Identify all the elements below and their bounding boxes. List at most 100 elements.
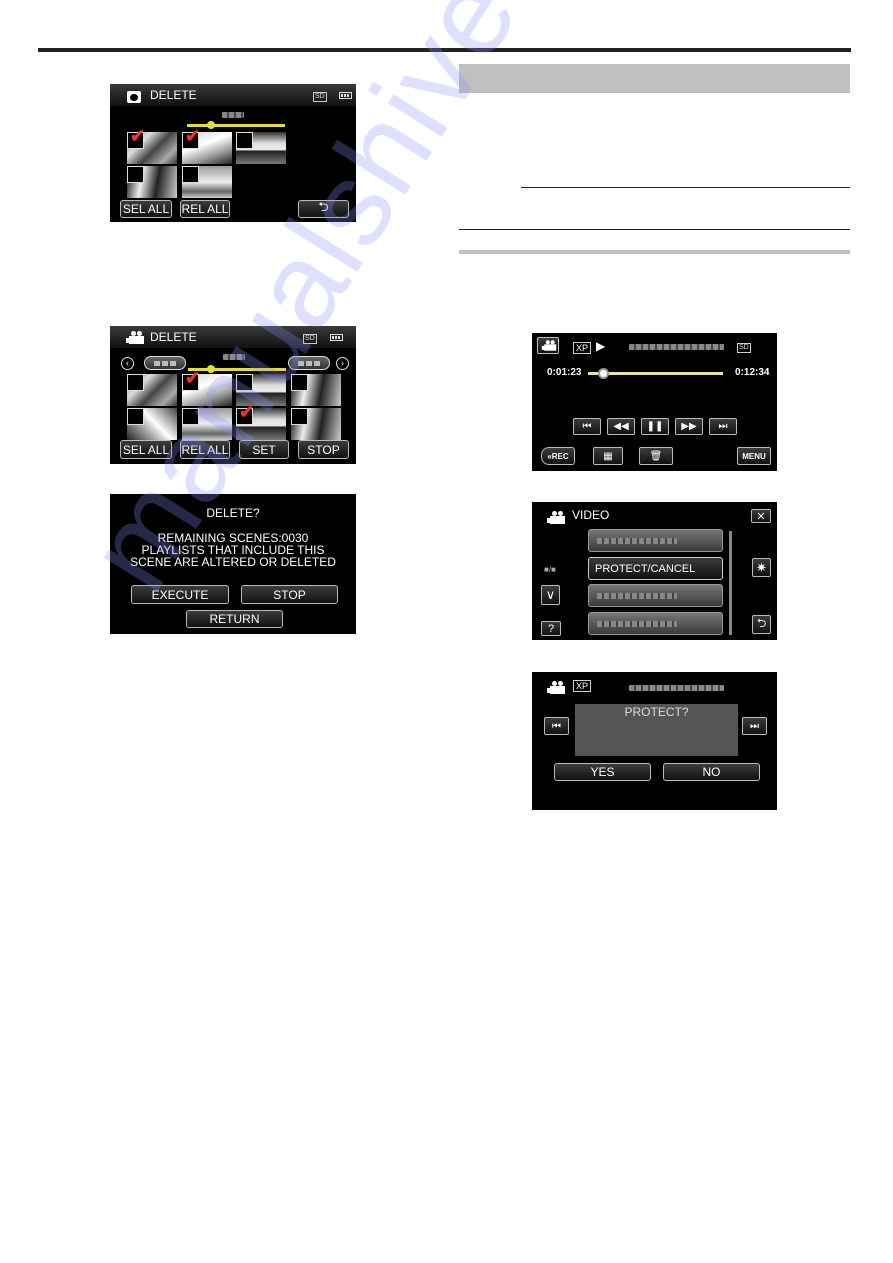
back-button[interactable]: ⮌ — [752, 615, 771, 634]
screen-title: DELETE — [150, 330, 197, 344]
quality-badge: XP — [573, 680, 592, 692]
thumbnail-checkbox[interactable]: ✔ — [182, 127, 200, 149]
menu-item-protect-cancel[interactable]: PROTECT/CANCEL — [588, 557, 723, 580]
pause-button[interactable]: ❚❚ — [641, 418, 669, 435]
section-heading-bar — [459, 64, 850, 93]
settings-button[interactable]: ✷ — [752, 558, 771, 577]
no-button[interactable]: NO — [663, 763, 760, 781]
delete-button[interactable]: 🗑 — [639, 447, 673, 465]
sd-card-icon: SD — [737, 343, 751, 353]
menu-scrollbar[interactable] — [729, 531, 732, 635]
thumbnail-checkbox[interactable] — [236, 374, 253, 391]
thumbnail-checkbox[interactable] — [236, 132, 253, 149]
close-icon: ✕ — [756, 510, 766, 523]
index-button[interactable]: ▦ — [593, 447, 623, 465]
thumbnail-checkbox[interactable] — [182, 166, 199, 183]
battery-icon — [330, 334, 343, 341]
video-delete-screen: DELETE SD ‹ › ✔ ✔ SEL ALL REL ALL SET ST… — [110, 326, 356, 464]
battery-icon — [339, 92, 352, 99]
sd-card-icon: SD — [303, 334, 317, 344]
scroll-slider[interactable] — [187, 124, 285, 127]
delete-confirm-screen: DELETE? REMAINING SCENES:0030 PLAYLISTS … — [110, 494, 356, 634]
playback-screen: XP ▶ SD 0:01:23 0:12:34 ⏮ ◀◀ ❚❚ ▶▶ ⏭ «RE… — [532, 333, 777, 471]
skip-back-button[interactable]: ⏮ — [573, 418, 601, 435]
close-button[interactable]: ✕ — [751, 509, 771, 523]
menu-item[interactable] — [588, 612, 723, 635]
page-number — [223, 354, 245, 360]
memo-bottom-rule — [459, 229, 850, 230]
rewind-button[interactable]: ◀◀ — [607, 418, 635, 435]
scroll-slider[interactable] — [188, 368, 286, 371]
elapsed-time: 0:01:23 — [547, 367, 582, 378]
help-button[interactable]: ? — [541, 621, 561, 636]
page-top-rule — [38, 48, 851, 52]
page-indicator: ■/■ — [544, 565, 556, 574]
recording-datetime — [629, 344, 724, 350]
select-all-button[interactable]: SEL ALL — [120, 200, 172, 218]
thumbnail-checkbox[interactable]: ✔ — [127, 127, 145, 149]
slider-knob[interactable] — [207, 121, 215, 129]
skip-next-icon: ⏭ — [750, 720, 759, 732]
page-number — [222, 112, 244, 118]
protect-dialog-box: PROTECT? — [575, 704, 738, 756]
yes-button[interactable]: YES — [554, 763, 651, 781]
menu-item[interactable] — [588, 529, 723, 552]
rec-mode-button[interactable]: «REC — [541, 447, 575, 465]
next-group-button[interactable] — [288, 356, 330, 370]
menu-item[interactable] — [588, 584, 723, 607]
menu-title: VIDEO — [572, 508, 610, 522]
checkmark-icon: ✔ — [239, 402, 255, 422]
mode-button[interactable] — [537, 337, 559, 354]
set-button[interactable]: SET — [239, 440, 289, 459]
release-all-button[interactable]: REL ALL — [180, 200, 230, 218]
thumbnail-checkbox[interactable]: ✔ — [236, 403, 254, 425]
thumbnail-checkbox[interactable] — [291, 374, 308, 391]
slider-knob[interactable] — [207, 365, 215, 373]
thumbnail-checkbox[interactable] — [127, 166, 144, 183]
warning-text-line2: SCENE ARE ALTERED OR DELETED — [130, 555, 336, 569]
previous-group-button[interactable] — [144, 356, 186, 370]
return-arrow-icon: ⮌ — [318, 199, 329, 214]
previous-file-button[interactable]: ⏮ — [544, 717, 569, 735]
rewind-icon: ◀◀ — [613, 421, 629, 432]
subsection-rule — [459, 250, 850, 254]
protect-message: PROTECT? — [624, 705, 689, 719]
thumbnail-checkbox[interactable] — [127, 408, 144, 425]
checkmark-icon: ✔ — [185, 126, 201, 146]
return-button[interactable]: RETURN — [186, 610, 283, 628]
grid-icon: ▦ — [603, 450, 613, 462]
chevron-left-icon: ‹ — [126, 358, 129, 368]
next-file-button[interactable]: ⏭ — [742, 717, 767, 735]
video-menu-screen: VIDEO ✕ PROTECT/CANCEL ■/■ ∨ ? ✷ ⮌ — [532, 502, 777, 640]
playback-progress-knob[interactable] — [597, 368, 609, 379]
thumbnail-checkbox[interactable] — [291, 408, 308, 425]
scroll-down-button[interactable]: ∨ — [541, 585, 560, 605]
screen-title: DELETE — [150, 88, 197, 102]
sd-card-icon: SD — [313, 92, 327, 102]
play-state-icon: ▶ — [596, 339, 606, 353]
release-all-button[interactable]: REL ALL — [180, 440, 230, 459]
fast-forward-button[interactable]: ▶▶ — [675, 418, 703, 435]
menu-item-label-blurred — [597, 538, 677, 544]
menu-item-label-blurred — [597, 593, 677, 599]
protect-confirm-screen: XP PROTECT? ⏮ ⏭ YES NO — [532, 672, 777, 810]
select-all-button[interactable]: SEL ALL — [120, 440, 172, 459]
back-button[interactable]: ⮌ — [298, 199, 349, 218]
menu-button[interactable]: MENU — [737, 447, 771, 465]
photo-delete-screen: DELETE SD ✔ ✔ SEL ALL REL ALL ⮌ — [110, 84, 356, 222]
previous-page-button[interactable]: ‹ — [121, 357, 134, 370]
menu-item-label-blurred — [597, 621, 677, 627]
thumbnail-checkbox[interactable]: ✔ — [182, 369, 200, 391]
thumbnail-checkbox[interactable] — [182, 408, 199, 425]
stop-button[interactable]: STOP — [241, 585, 338, 604]
pause-icon: ❚❚ — [646, 421, 664, 432]
checkmark-icon: ✔ — [185, 368, 201, 388]
thumbnail-checkbox[interactable] — [127, 374, 144, 391]
chevron-down-icon: ∨ — [545, 587, 556, 602]
execute-button[interactable]: EXECUTE — [131, 585, 229, 604]
return-arrow-icon: ⮌ — [756, 616, 767, 630]
stop-button[interactable]: STOP — [298, 440, 349, 459]
skip-forward-button[interactable]: ⏭ — [709, 418, 737, 435]
next-page-button[interactable]: › — [336, 357, 349, 370]
recording-datetime — [629, 685, 724, 691]
